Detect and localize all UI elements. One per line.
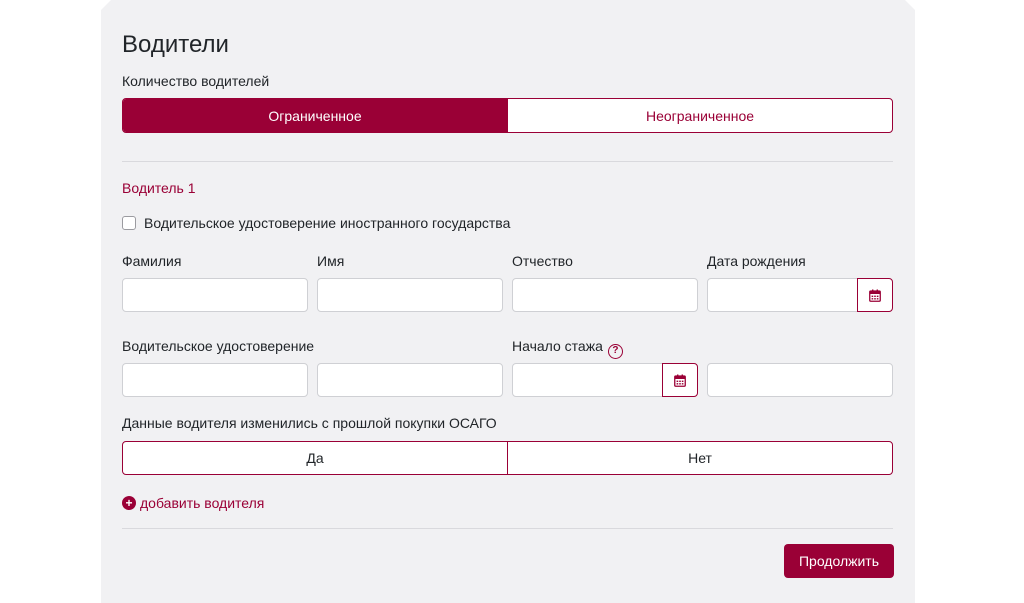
- section-divider: [122, 161, 893, 162]
- patronymic-input[interactable]: [512, 278, 698, 312]
- foreign-license-label: Водительское удостоверение иностранного …: [144, 215, 511, 231]
- first-name-label: Имя: [317, 253, 345, 269]
- help-icon[interactable]: ?: [607, 343, 623, 359]
- extra-field-input[interactable]: [707, 363, 893, 397]
- calendar-icon: [674, 374, 686, 387]
- foreign-license-row[interactable]: Водительское удостоверение иностранного …: [122, 215, 510, 231]
- changed-since-last-label: Данные водителя изменились с прошлой пок…: [122, 415, 497, 431]
- footer-divider: [122, 528, 893, 529]
- patronymic-label: Отчество: [512, 253, 573, 269]
- limited-drivers-option[interactable]: Ограниченное: [123, 99, 507, 132]
- license-label: Водительское удостоверение: [122, 338, 315, 354]
- panel-corner-decoration: [905, 0, 915, 10]
- panel-corner-decoration: [101, 0, 111, 10]
- driver-section-title: Водитель 1: [122, 180, 196, 196]
- add-driver-label: добавить водителя: [140, 495, 265, 511]
- last-name-input[interactable]: [122, 278, 308, 312]
- plus-circle-icon: +: [122, 496, 136, 510]
- birth-date-label: Дата рождения: [707, 253, 806, 269]
- experience-start-label: Начало стажа: [512, 338, 603, 354]
- drivers-count-label: Количество водителей: [122, 73, 270, 89]
- unlimited-drivers-option[interactable]: Неограниченное: [507, 99, 892, 132]
- changed-since-last-toggle: Да Нет: [122, 441, 893, 475]
- experience-start-input[interactable]: [512, 363, 663, 397]
- calendar-icon: [869, 289, 881, 302]
- no-option[interactable]: Нет: [507, 442, 892, 474]
- last-name-label: Фамилия: [122, 253, 182, 269]
- experience-start-calendar-button[interactable]: [662, 363, 698, 397]
- experience-start-label-wrap: Начало стажа?: [512, 337, 623, 359]
- foreign-license-checkbox[interactable]: [122, 216, 136, 230]
- page-title: Водители: [122, 31, 229, 58]
- drivers-count-toggle: Ограниченное Неограниченное: [122, 98, 893, 133]
- birth-date-input[interactable]: [707, 278, 858, 312]
- yes-option[interactable]: Да: [123, 442, 507, 474]
- license-series-input[interactable]: [122, 363, 308, 397]
- license-number-input[interactable]: [317, 363, 503, 397]
- birth-date-calendar-button[interactable]: [857, 278, 893, 312]
- add-driver-link[interactable]: + добавить водителя: [122, 495, 264, 511]
- continue-button[interactable]: Продолжить: [784, 544, 894, 578]
- first-name-input[interactable]: [317, 278, 503, 312]
